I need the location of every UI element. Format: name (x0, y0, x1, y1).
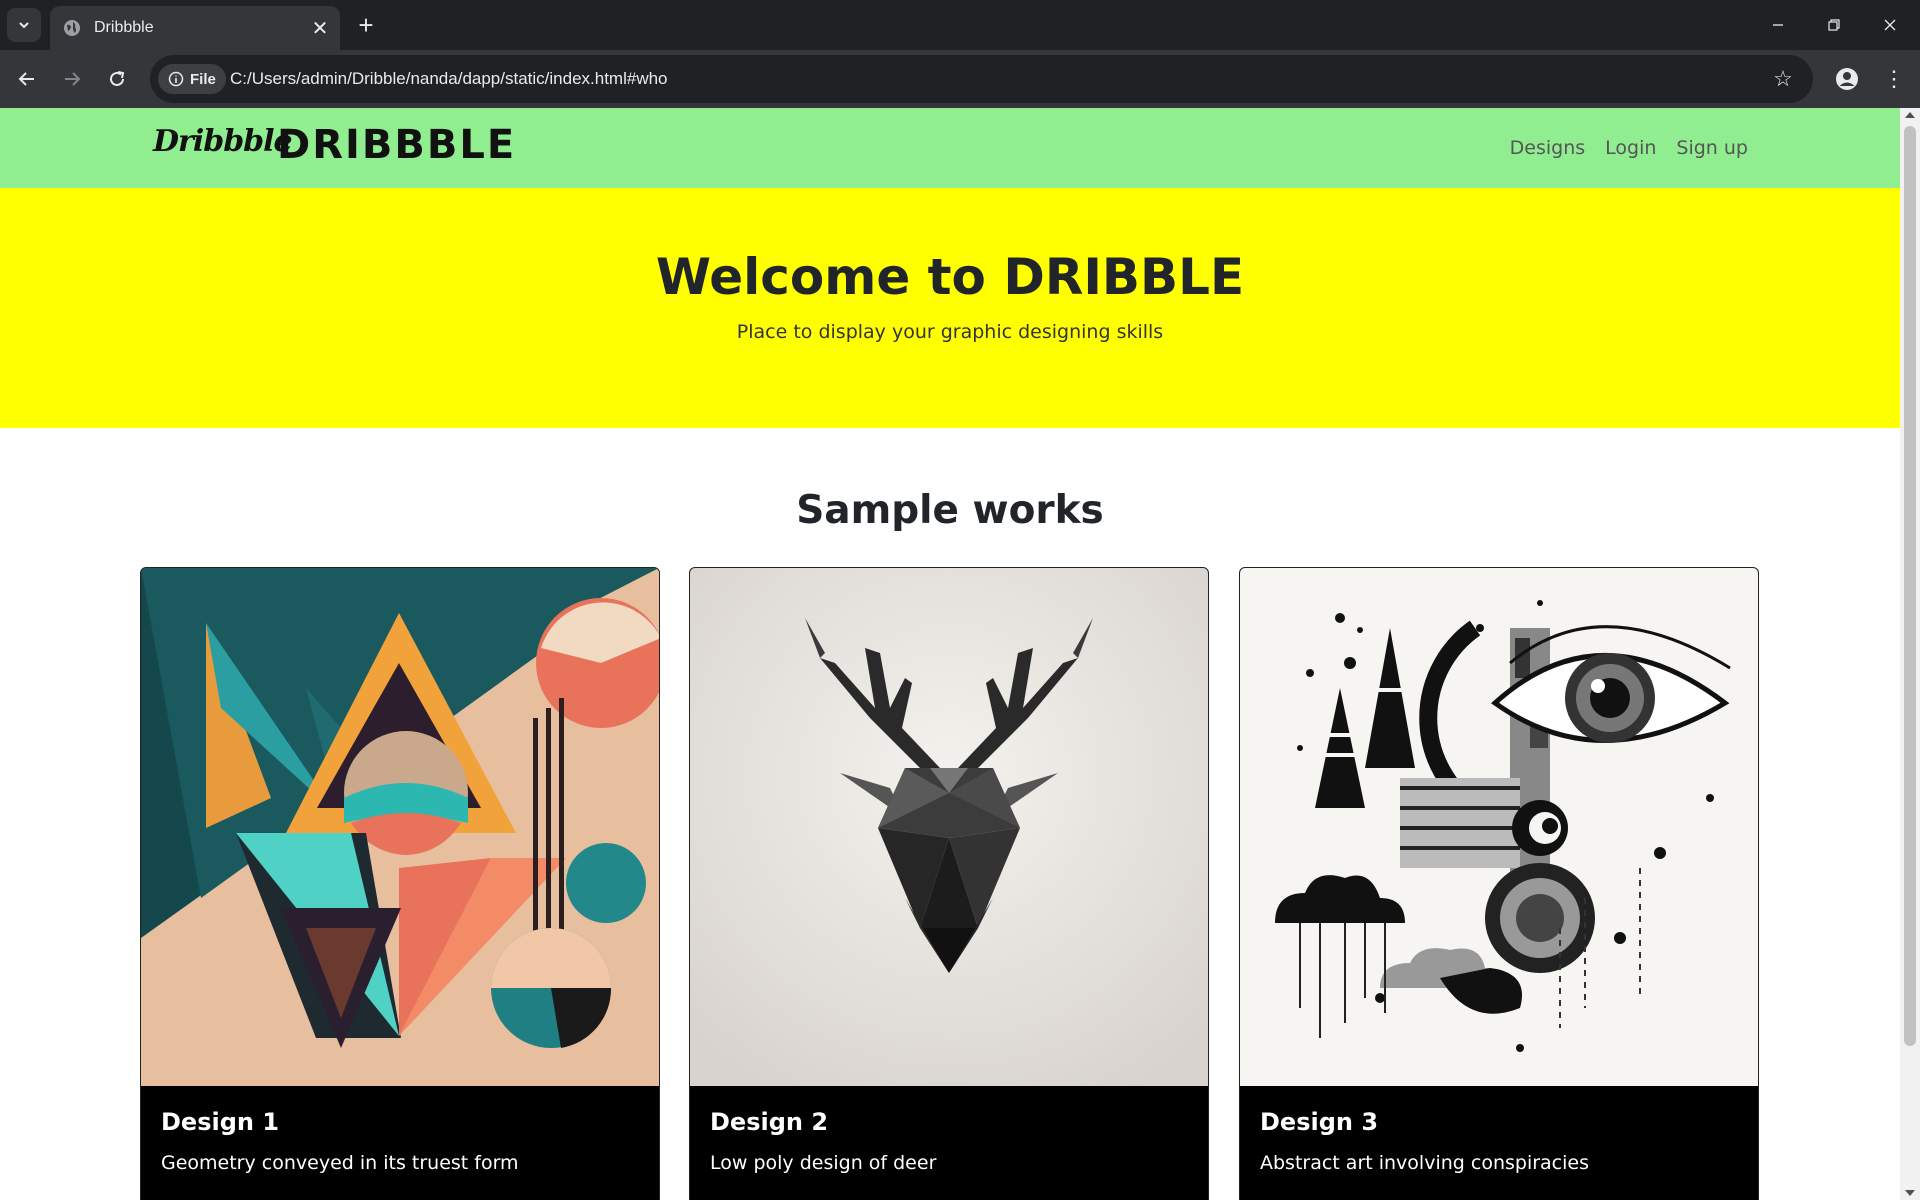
abstract-geometric-art-image (141, 568, 659, 1086)
card-title: Design 1 (161, 1108, 280, 1136)
low-poly-deer-image (690, 568, 1208, 1086)
close-window-icon[interactable] (1862, 0, 1918, 50)
back-icon[interactable] (11, 63, 43, 95)
tab-search-button[interactable] (7, 8, 41, 42)
card-body: Design 2 Low poly design of deer (690, 1086, 1208, 1200)
card-body: Design 3 Abstract art involving conspira… (1240, 1086, 1758, 1200)
browser-toolbar: File C:/Users/admin/Dribble/nanda/dapp/s… (0, 50, 1920, 108)
address-bar[interactable]: File C:/Users/admin/Dribble/nanda/dapp/s… (150, 55, 1813, 103)
nav-links: Designs Login Sign up (1510, 108, 1748, 188)
site-navbar: Dribbble DRIBBBLE Designs Login Sign up (0, 108, 1900, 188)
card-body: Design 1 Geometry conveyed in its truest… (141, 1086, 659, 1200)
reload-icon[interactable] (101, 63, 133, 95)
card-text: Geometry conveyed in its truest form (161, 1152, 519, 1174)
design-card-1[interactable]: Design 1 Geometry conveyed in its truest… (140, 567, 660, 1200)
abstract-eye-collage-image (1240, 568, 1758, 1086)
site-info-chip[interactable]: File (158, 64, 226, 94)
nav-designs-link[interactable]: Designs (1510, 137, 1586, 159)
profile-icon[interactable] (1831, 63, 1863, 95)
brand-name[interactable]: DRIBBBLE (277, 122, 516, 168)
browser-tab[interactable]: Dribbble ✕ (50, 6, 340, 50)
nav-signup-link[interactable]: Sign up (1676, 137, 1748, 159)
bookmark-star-icon[interactable]: ☆ (1771, 67, 1795, 91)
tab-strip: Dribbble ✕ + (0, 0, 1920, 50)
url-text[interactable]: C:/Users/admin/Dribble/nanda/dapp/static… (230, 55, 668, 103)
globe-icon (64, 20, 80, 36)
hero-banner: Welcome to DRIBBLE Place to display your… (0, 188, 1900, 428)
more-menu-icon[interactable]: ⋮ (1878, 63, 1910, 95)
design-card-3[interactable]: Design 3 Abstract art involving conspira… (1239, 567, 1759, 1200)
close-tab-icon[interactable]: ✕ (306, 16, 334, 41)
page-scrollbar[interactable] (1900, 108, 1920, 1200)
card-title: Design 3 (1260, 1108, 1379, 1136)
card-text: Abstract art involving conspiracies (1260, 1152, 1589, 1174)
scroll-up-arrow-icon[interactable] (1905, 112, 1915, 118)
card-text: Low poly design of deer (710, 1152, 937, 1174)
scrollbar-thumb[interactable] (1904, 126, 1916, 1046)
chevron-down-icon (19, 22, 29, 29)
forward-icon[interactable] (56, 63, 88, 95)
hero-title: Welcome to DRIBBLE (655, 248, 1245, 306)
info-icon (168, 71, 184, 87)
nav-login-link[interactable]: Login (1605, 137, 1656, 159)
section-title: Sample works (796, 488, 1104, 533)
design-card-2[interactable]: Design 2 Low poly design of deer (689, 567, 1209, 1200)
minimize-icon[interactable] (1750, 0, 1806, 50)
card-title: Design 2 (710, 1108, 829, 1136)
dribbble-logo[interactable]: Dribbble (153, 124, 293, 159)
new-tab-button[interactable]: + (350, 9, 382, 41)
hero-subtitle: Place to display your graphic designing … (736, 321, 1164, 343)
page-viewport: Dribbble DRIBBBLE Designs Login Sign up … (0, 108, 1900, 1200)
scroll-down-arrow-icon[interactable] (1905, 1190, 1915, 1196)
restore-icon[interactable] (1806, 0, 1862, 50)
tab-title: Dribbble (94, 19, 154, 36)
file-label: File (190, 70, 216, 88)
